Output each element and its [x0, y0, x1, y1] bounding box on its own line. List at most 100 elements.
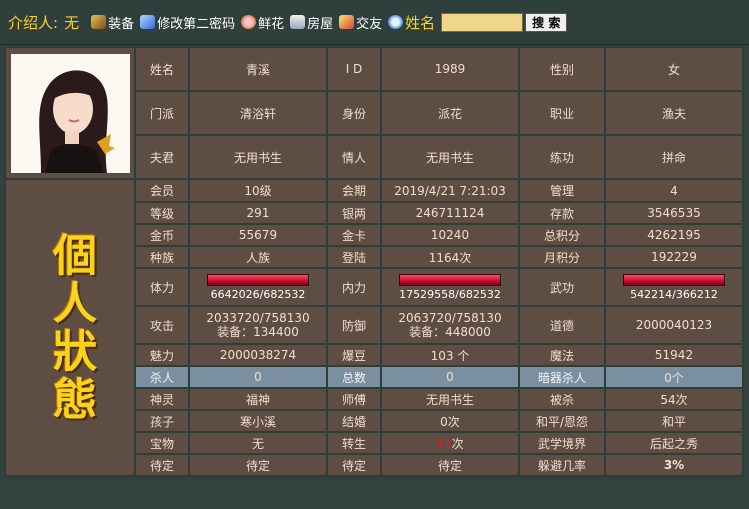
friends-label: 交友: [356, 16, 383, 32]
label-charm: 魅力: [136, 345, 188, 365]
attack-equip: 装备：134400: [217, 325, 299, 339]
equip-link[interactable]: 装备: [91, 13, 134, 32]
label-child: 孩子: [136, 411, 188, 431]
avatar: [10, 53, 130, 173]
value-hidden-weapon-kills: 0个: [606, 367, 742, 387]
house-icon: [290, 15, 306, 29]
rebirth-suffix: 次: [451, 436, 464, 451]
stat-row: 個人狀態 会员 10级 会期 2019/4/21 7:21:03 管理 4: [6, 180, 742, 475]
value-rebirth: 11次: [382, 433, 518, 453]
label-admin: 管理: [520, 180, 604, 201]
house-label: 房屋: [307, 16, 334, 32]
value-sect: 清浴轩: [190, 92, 326, 134]
label-martial: 武功: [520, 269, 604, 305]
label-marriage: 结婚: [328, 411, 380, 431]
value-training: 拼命: [606, 136, 742, 178]
value-peace-feud: 和平: [606, 411, 742, 431]
value-dodge-rate: 3%: [606, 455, 742, 475]
inner-power-cell: 17529558/682532: [382, 269, 518, 305]
value-beans: 103 个: [382, 345, 518, 365]
value-pending-2: 待定: [382, 455, 518, 475]
value-monthly-points: 192229: [606, 247, 742, 267]
label-kills: 杀人: [136, 367, 188, 387]
label-member: 会员: [136, 180, 188, 201]
label-monthly-points: 月积分: [520, 247, 604, 267]
label-deity: 神灵: [136, 389, 188, 409]
martial-value: 542214/366212: [630, 288, 718, 301]
label-martial-realm: 武学境界: [520, 433, 604, 453]
label-pending-2: 待定: [328, 455, 380, 475]
value-child: 寒小溪: [190, 411, 326, 431]
defense-value: 2063720/758130: [398, 311, 502, 325]
search-icon: [388, 15, 404, 29]
label-treasure: 宝物: [136, 433, 188, 453]
label-profession: 职业: [520, 92, 604, 134]
label-killed: 被杀: [520, 389, 604, 409]
introducer-value: 无: [64, 13, 80, 32]
change-password-link[interactable]: 修改第二密码: [140, 13, 235, 32]
label-gold-coin: 金币: [136, 225, 188, 245]
value-pending-1: 待定: [190, 455, 326, 475]
value-killed: 54次: [606, 389, 742, 409]
label-race: 种族: [136, 247, 188, 267]
value-member-period: 2019/4/21 7:21:03: [382, 180, 518, 201]
label-member-period: 会期: [328, 180, 380, 201]
value-gold-coin: 55679: [190, 225, 326, 245]
value-name: 青溪: [190, 48, 326, 90]
value-admin: 4: [606, 180, 742, 201]
label-identity: 身份: [328, 92, 380, 134]
inner-power-bar: [399, 274, 501, 286]
value-total-points: 4262195: [606, 225, 742, 245]
name-search-input[interactable]: [441, 12, 524, 32]
label-gold-card: 金卡: [328, 225, 380, 245]
label-dodge-rate: 躲避几率: [520, 455, 604, 475]
label-hidden-weapon-kills: 暗器杀人: [520, 367, 604, 387]
value-martial-realm: 后起之秀: [606, 433, 742, 453]
label-peace-feud: 和平/恩怨: [520, 411, 604, 431]
value-morality: 2000040123: [606, 307, 742, 343]
label-attack: 攻击: [136, 307, 188, 343]
value-gender: 女: [606, 48, 742, 90]
label-husband: 夫君: [136, 136, 188, 178]
house-link[interactable]: 房屋: [290, 13, 333, 32]
label-silver: 银两: [328, 203, 380, 223]
avatar-illustration: [10, 53, 130, 173]
label-inner-power: 内力: [328, 269, 380, 305]
password-icon: [140, 15, 156, 29]
defense-cell: 2063720/758130 装备：448000: [382, 307, 518, 343]
name-search-label: 姓名: [405, 13, 436, 32]
flower-icon: [241, 15, 257, 29]
attack-cell: 2033720/758130 装备：134400: [190, 307, 326, 343]
value-deity: 福神: [190, 389, 326, 409]
label-morality: 道德: [520, 307, 604, 343]
change-password-label: 修改第二密码: [157, 16, 236, 32]
label-master: 师傅: [328, 389, 380, 409]
value-level: 291: [190, 203, 326, 223]
label-magic: 魔法: [520, 345, 604, 365]
flowers-link[interactable]: 鲜花: [241, 13, 284, 32]
equip-icon: [91, 15, 107, 29]
attack-value: 2033720/758130: [206, 311, 310, 325]
value-treasure: 无: [190, 433, 326, 453]
search-button[interactable]: 搜 索: [525, 12, 568, 32]
value-deposit: 3546535: [606, 203, 742, 223]
stamina-bar: [207, 274, 309, 286]
label-total-points: 总积分: [520, 225, 604, 245]
label-lover: 情人: [328, 136, 380, 178]
friends-link[interactable]: 交友: [339, 13, 382, 32]
stamina-value: 6642026/682532: [210, 288, 306, 301]
value-master: 无用书生: [382, 389, 518, 409]
profile-row: 姓名 青溪 I D 1989 性别 女: [6, 48, 742, 178]
introducer-label: 介绍人:: [8, 13, 59, 32]
top-nav-bar: 介绍人: 无 装备 修改第二密码 鲜花 房屋 交友 姓名 搜 索: [0, 0, 749, 45]
value-total: 0: [382, 367, 518, 387]
label-deposit: 存款: [520, 203, 604, 223]
value-charm: 2000038274: [190, 345, 326, 365]
value-identity: 派花: [382, 92, 518, 134]
value-profession: 渔夫: [606, 92, 742, 134]
label-pending-1: 待定: [136, 455, 188, 475]
value-gold-card: 10240: [382, 225, 518, 245]
equip-link-label: 装备: [108, 16, 135, 32]
label-defense: 防御: [328, 307, 380, 343]
label-sect: 门派: [136, 92, 188, 134]
